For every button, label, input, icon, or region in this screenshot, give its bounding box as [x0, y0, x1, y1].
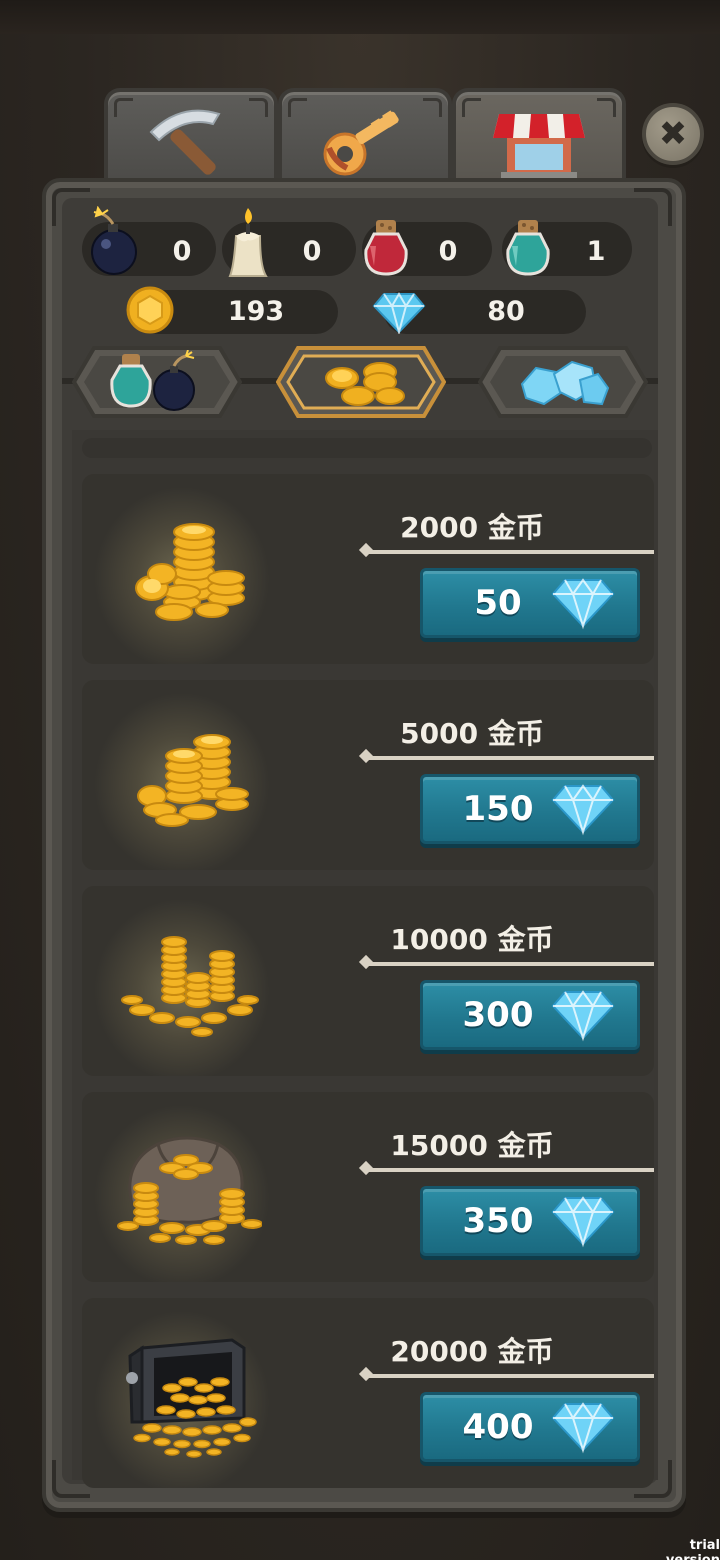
buy-button[interactable]: 50 — [420, 568, 640, 638]
tab-corner — [114, 98, 133, 117]
offer-item: 15000 金币 350 — [82, 1092, 654, 1282]
offer-item: 5000 金币 150 — [82, 680, 654, 870]
gem-count: 80 — [487, 296, 525, 327]
buy-price: 300 — [462, 995, 534, 1035]
offer-item: 10000 金币 300 — [82, 886, 654, 1076]
buy-price: 150 — [462, 789, 534, 829]
gem-icon — [551, 1402, 615, 1454]
tab-corner — [249, 98, 268, 117]
red-potion-icon — [364, 220, 408, 276]
teal-potion-icon — [506, 220, 550, 276]
top-strip — [0, 0, 720, 34]
close-icon: ✖ — [658, 114, 688, 154]
buy-price: 50 — [474, 583, 522, 623]
key-icon — [323, 110, 399, 176]
buy-button[interactable]: 350 — [420, 1186, 640, 1256]
tab-corner — [288, 98, 307, 117]
pickaxe-icon — [149, 109, 221, 175]
gem-icon — [551, 1196, 615, 1248]
category-items[interactable] — [72, 346, 242, 418]
gem-icon — [372, 292, 426, 334]
divider-line — [364, 1374, 654, 1378]
buy-button[interactable]: 400 — [420, 1392, 640, 1462]
bomb-count: 0 — [172, 236, 192, 267]
shop-stall-icon — [493, 114, 585, 178]
divider-line — [364, 756, 654, 760]
offer-amount: 20000 金币 — [390, 1335, 554, 1368]
teal-potion-count: 1 — [586, 236, 606, 267]
offer-item: 20000 金币 400 — [82, 1298, 654, 1488]
divider-line — [364, 962, 654, 966]
offer-amount: 15000 金币 — [390, 1129, 554, 1162]
coin-icon — [126, 286, 174, 334]
coin-pile-icon — [121, 936, 259, 1037]
bomb-icon — [91, 206, 137, 275]
gem-icon — [551, 784, 615, 836]
category-coins[interactable] — [276, 346, 446, 418]
offer-amount: 10000 金币 — [390, 923, 554, 956]
offer-amount: 5000 金币 — [400, 717, 544, 750]
candle-icon — [228, 208, 268, 277]
shop-screen: ✖ 0 0 0 1 193 80 2000 金币 50 5000 金币 150 … — [0, 0, 720, 1560]
list-top-edge — [82, 438, 652, 458]
coin-stack-medium-icon — [137, 734, 249, 827]
category-gems[interactable] — [478, 346, 648, 418]
candle-count: 0 — [302, 236, 322, 267]
offer-item: 2000 金币 50 — [82, 474, 654, 664]
coin-count: 193 — [227, 296, 285, 327]
buy-price: 400 — [462, 1407, 534, 1447]
gems-icon — [520, 360, 610, 406]
coin-sack-icon — [117, 1136, 262, 1245]
gem-icon — [551, 578, 615, 630]
tab-corner — [423, 98, 442, 117]
tab-corner — [462, 98, 481, 117]
buy-price: 350 — [462, 1201, 534, 1241]
close-button[interactable]: ✖ — [642, 103, 704, 165]
divider-line — [364, 550, 654, 554]
coins-icon — [325, 362, 405, 406]
tab-keys[interactable] — [278, 88, 452, 192]
tab-corner — [597, 98, 616, 117]
tab-tools[interactable] — [104, 88, 278, 192]
buy-button[interactable]: 300 — [420, 980, 640, 1050]
offer-amount: 2000 金币 — [400, 511, 544, 544]
panel-corner — [634, 188, 672, 226]
coin-vault-icon — [126, 1338, 257, 1458]
potion-bomb-icon — [110, 350, 195, 411]
divider-line — [364, 1168, 654, 1172]
gem-icon — [551, 990, 615, 1042]
coin-stack-small-icon — [135, 523, 245, 621]
watermark-text: trial version — [666, 1538, 720, 1560]
buy-button[interactable]: 150 — [420, 774, 640, 844]
red-potion-count: 0 — [438, 236, 458, 267]
